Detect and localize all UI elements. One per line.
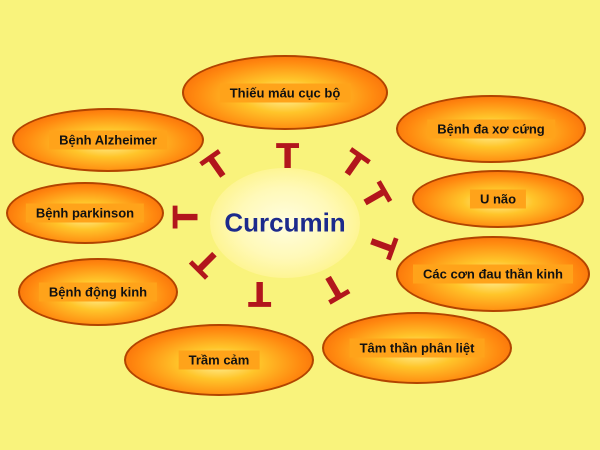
inhibit-marker: T — [195, 143, 238, 191]
inhibit-marker: T — [248, 273, 272, 313]
disease-label: Bệnh động kinh — [38, 282, 158, 302]
inhibit-marker: T — [358, 227, 405, 263]
disease-label: Thiếu máu cục bộ — [219, 83, 351, 102]
disease-oval-multiple-sclerosis: Bệnh đa xơ cứng — [396, 95, 586, 163]
inhibit-marker: T — [166, 205, 207, 229]
disease-label: Trầm cảm — [178, 350, 260, 370]
disease-label: Tâm thần phân liệt — [349, 338, 485, 358]
disease-oval-neuropathic-pain: Các cơn đau thần kinh — [396, 236, 590, 312]
inhibit-marker: T — [313, 263, 354, 311]
inhibit-marker: T — [184, 239, 229, 285]
inhibit-marker: T — [332, 141, 375, 189]
disease-oval-schizophrenia: Tâm thần phân liệt — [322, 312, 512, 384]
disease-label: U não — [469, 189, 527, 209]
disease-oval-depression: Trầm cảm — [124, 324, 314, 396]
center-title: Curcumin — [224, 207, 346, 238]
disease-label: Các cơn đau thần kinh — [413, 264, 573, 284]
disease-label: Bệnh Alzheimer — [49, 130, 167, 150]
disease-oval-alzheimer: Bệnh Alzheimer — [12, 108, 204, 172]
disease-oval-ischemia: Thiếu máu cục bộ — [182, 55, 388, 130]
inhibit-marker: T — [351, 176, 398, 218]
disease-label: Bệnh đa xơ cứng — [427, 119, 555, 139]
disease-oval-parkinson: Bệnh parkinson — [6, 182, 164, 244]
disease-label: Bệnh parkinson — [25, 203, 145, 223]
inhibit-marker: T — [276, 137, 300, 177]
disease-oval-brain-tumor: U não — [412, 170, 584, 228]
diagram-canvas: Thiếu máu cục bộ Bệnh Alzheimer Bệnh đa … — [0, 0, 600, 450]
center-node: Curcumin — [210, 168, 360, 278]
disease-oval-epilepsy: Bệnh động kinh — [18, 258, 178, 326]
